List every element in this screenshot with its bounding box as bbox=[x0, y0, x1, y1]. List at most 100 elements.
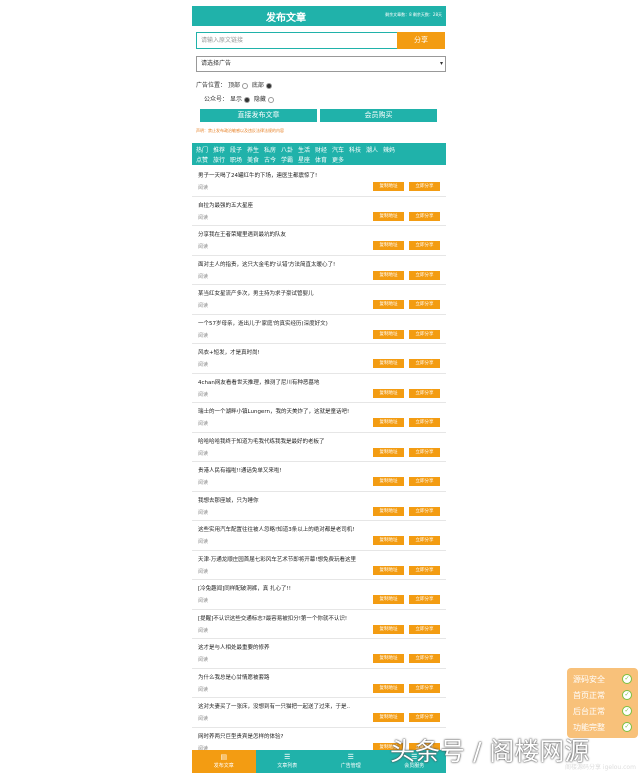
copy-url-button[interactable]: 复制地址 bbox=[373, 477, 404, 486]
category-tab[interactable]: 私房 bbox=[264, 145, 281, 154]
category-tab[interactable]: 热门 bbox=[196, 145, 213, 154]
copy-url-button[interactable]: 复制地址 bbox=[373, 270, 404, 280]
copy-url-button[interactable]: 复制地址 bbox=[373, 595, 404, 604]
category-tab[interactable]: 古今 bbox=[264, 155, 281, 164]
article-title[interactable]: 男子一天喝了24罐红牛的下场，連医生都震惊了! bbox=[198, 171, 317, 179]
article-title[interactable]: 我想去那座城，只为睡你 bbox=[198, 496, 259, 504]
footer-tab[interactable]: ☰ 广告管理 bbox=[319, 750, 383, 773]
category-tab[interactable]: 点赞 bbox=[196, 155, 213, 164]
copy-url-button[interactable]: 复制地址 bbox=[373, 359, 404, 368]
copy-url-button[interactable]: 复制地址 bbox=[373, 211, 404, 221]
article-title[interactable]: 为什么我总是心甘情愿被套路 bbox=[198, 673, 270, 681]
article-title[interactable]: 4chan网友看看世天推理，推测了尼川有种恶墓地 bbox=[198, 378, 319, 386]
copy-url-button[interactable]: 复制地址 bbox=[373, 683, 404, 693]
share-now-button[interactable]: 立即分享 bbox=[409, 300, 440, 309]
share-now-button[interactable]: 立即分享 bbox=[409, 270, 440, 280]
show-radio[interactable] bbox=[243, 96, 250, 103]
article-title[interactable]: 这些实用汽车配置往往被人忽略!知道3条以上的绝对都是老司机! bbox=[198, 525, 354, 533]
share-now-button[interactable]: 立即分享 bbox=[409, 595, 440, 604]
category-tab[interactable]: 推荐 bbox=[213, 145, 230, 154]
category-tab[interactable]: 旅行 bbox=[213, 155, 230, 164]
category-tab[interactable]: 辣妈 bbox=[383, 145, 400, 154]
share-button[interactable]: 分享 bbox=[397, 32, 445, 49]
article-title[interactable]: 贵港人民有福啦!!通话免单又来啦! bbox=[198, 466, 282, 474]
footer-tab[interactable]: ▤ 发布文章 bbox=[192, 750, 256, 773]
ad-select[interactable]: 请选择广告 ▾ bbox=[196, 56, 446, 72]
category-tab[interactable]: 潮人 bbox=[366, 145, 383, 154]
category-tab[interactable]: 更多 bbox=[332, 155, 349, 164]
copy-url-button[interactable]: 复制地址 bbox=[373, 654, 404, 663]
share-now-button[interactable]: 立即分享 bbox=[409, 211, 440, 221]
copy-url-button[interactable]: 复制地址 bbox=[373, 388, 404, 398]
share-now-button[interactable]: 立即分享 bbox=[409, 182, 440, 191]
article-title[interactable]: [提醒]不认识这些交通标志?最容易被扣分!第一个你就不认识! bbox=[198, 614, 347, 622]
article-title[interactable]: 一个57岁母亲，逝出儿子'家庭'的真实经历(深度好文) bbox=[198, 319, 328, 327]
category-tab[interactable]: 汽车 bbox=[332, 145, 349, 154]
share-now-button[interactable]: 立即分享 bbox=[409, 683, 440, 693]
article-title[interactable]: 面对主人的指责，这只大金毛的'认错'方法简直太暖心了! bbox=[198, 260, 335, 268]
category-tab[interactable]: 学霸 bbox=[281, 155, 298, 164]
read-label: 阅读 bbox=[198, 627, 209, 634]
article-title[interactable]: 哈哈哈哈我终于知道为毛我代练我我是最好的老板了 bbox=[198, 437, 325, 445]
category-tab[interactable]: 八卦 bbox=[281, 145, 298, 154]
copy-url-button[interactable]: 复制地址 bbox=[373, 536, 404, 545]
share-now-button[interactable]: 立即分享 bbox=[409, 506, 440, 516]
header: 发布文章 剩余文章数：8 剩余天数：28天 bbox=[192, 6, 446, 26]
category-tab[interactable]: 生活 bbox=[298, 145, 315, 154]
article-title[interactable]: 瑞士的一个湖畔小镇Lungern，我的天美炸了，这就是童话吧! bbox=[198, 407, 349, 415]
category-tab[interactable]: 职场 bbox=[230, 155, 247, 164]
share-now-button[interactable]: 立即分享 bbox=[409, 536, 440, 545]
share-now-button[interactable]: 立即分享 bbox=[409, 624, 440, 634]
direct-publish-button[interactable]: 直接发布文章 bbox=[200, 109, 317, 122]
copy-url-button[interactable]: 复制地址 bbox=[373, 300, 404, 309]
list-item: 为什么我总是心甘情愿被套路 阅读 复制地址 立即分享 bbox=[192, 669, 446, 698]
share-now-button[interactable]: 立即分享 bbox=[409, 713, 440, 722]
list-item: 风衣+短发，才是真时尚! 阅读 复制地址 立即分享 bbox=[192, 344, 446, 374]
check-icon: ✓ bbox=[622, 674, 632, 684]
copy-url-button[interactable]: 复制地址 bbox=[373, 182, 404, 191]
article-title[interactable]: 风衣+短发，才是真时尚! bbox=[198, 348, 260, 356]
copy-url-button[interactable]: 复制地址 bbox=[373, 418, 404, 427]
copy-url-button[interactable]: 复制地址 bbox=[373, 713, 404, 722]
category-tab[interactable]: 财经 bbox=[315, 145, 332, 154]
category-tab[interactable]: 养生 bbox=[247, 145, 264, 154]
article-title[interactable]: 网时养两只巨型贵宾是怎样的体验? bbox=[198, 732, 283, 740]
category-row-1: 热门 推荐 段子 养生 私房 八卦 生活 财经 汽车 科技 潮人 辣妈 bbox=[196, 145, 400, 154]
bottom-radio[interactable] bbox=[265, 82, 272, 89]
copy-url-button[interactable]: 复制地址 bbox=[373, 624, 404, 634]
copy-url-button[interactable]: 复制地址 bbox=[373, 506, 404, 516]
copy-url-button[interactable]: 复制地址 bbox=[373, 241, 404, 250]
article-title[interactable]: 天津·万通龙顺庄园首届七彩风车艺术节即将开幕!想免费玩看这里 bbox=[198, 555, 356, 563]
article-title[interactable]: 这才是与人相处最重要的修养 bbox=[198, 643, 270, 651]
category-tab[interactable]: 星座 bbox=[298, 155, 315, 164]
share-now-button[interactable]: 立即分享 bbox=[409, 477, 440, 486]
share-now-button[interactable]: 立即分享 bbox=[409, 329, 440, 339]
article-title[interactable]: 这对夫妻买了一张床，没想到有一只猫把一起送了过来，于是.. bbox=[198, 702, 350, 710]
category-tab[interactable]: 体育 bbox=[315, 155, 332, 164]
article-title[interactable]: 某当红女星流产多次，男主持为求子豪试管婴儿 bbox=[198, 289, 314, 297]
list-item: 这对夫妻买了一张床，没想到有一只猫把一起送了过来，于是.. 阅读 复制地址 立即分享 bbox=[192, 698, 446, 728]
share-now-button[interactable]: 立即分享 bbox=[409, 418, 440, 427]
share-now-button[interactable]: 立即分享 bbox=[409, 359, 440, 368]
article-title[interactable]: [冷兔趣闻]同样配破洞裤，真 扎心了!! bbox=[198, 584, 291, 592]
share-now-button[interactable]: 立即分享 bbox=[409, 241, 440, 250]
share-now-button[interactable]: 立即分享 bbox=[409, 654, 440, 663]
category-tab[interactable]: 科技 bbox=[349, 145, 366, 154]
copy-url-button[interactable]: 复制地址 bbox=[373, 565, 404, 575]
url-input[interactable]: 请输入原文链接 bbox=[196, 32, 398, 49]
hide-radio[interactable] bbox=[267, 96, 274, 103]
footer-tab[interactable]: ☰ 文章列表 bbox=[256, 750, 320, 773]
check-icon: ✓ bbox=[622, 706, 632, 716]
top-radio[interactable] bbox=[241, 82, 248, 89]
category-tab[interactable]: 美食 bbox=[247, 155, 264, 164]
copy-url-button[interactable]: 复制地址 bbox=[373, 329, 404, 339]
share-now-button[interactable]: 立即分享 bbox=[409, 388, 440, 398]
copy-url-button[interactable]: 复制地址 bbox=[373, 447, 404, 457]
article-title[interactable]: 自拉为最强的五大星座 bbox=[198, 201, 253, 209]
list-item: 男子一天喝了24罐红牛的下场，連医生都震惊了! 阅读 复制地址 立即分享 bbox=[192, 167, 446, 197]
member-buy-button[interactable]: 会员购买 bbox=[320, 109, 437, 122]
share-now-button[interactable]: 立即分享 bbox=[409, 447, 440, 457]
article-title[interactable]: 分享我在王者荣耀里遇到最坑的队友 bbox=[198, 230, 286, 238]
category-tab[interactable]: 段子 bbox=[230, 145, 247, 154]
share-now-button[interactable]: 立即分享 bbox=[409, 565, 440, 575]
